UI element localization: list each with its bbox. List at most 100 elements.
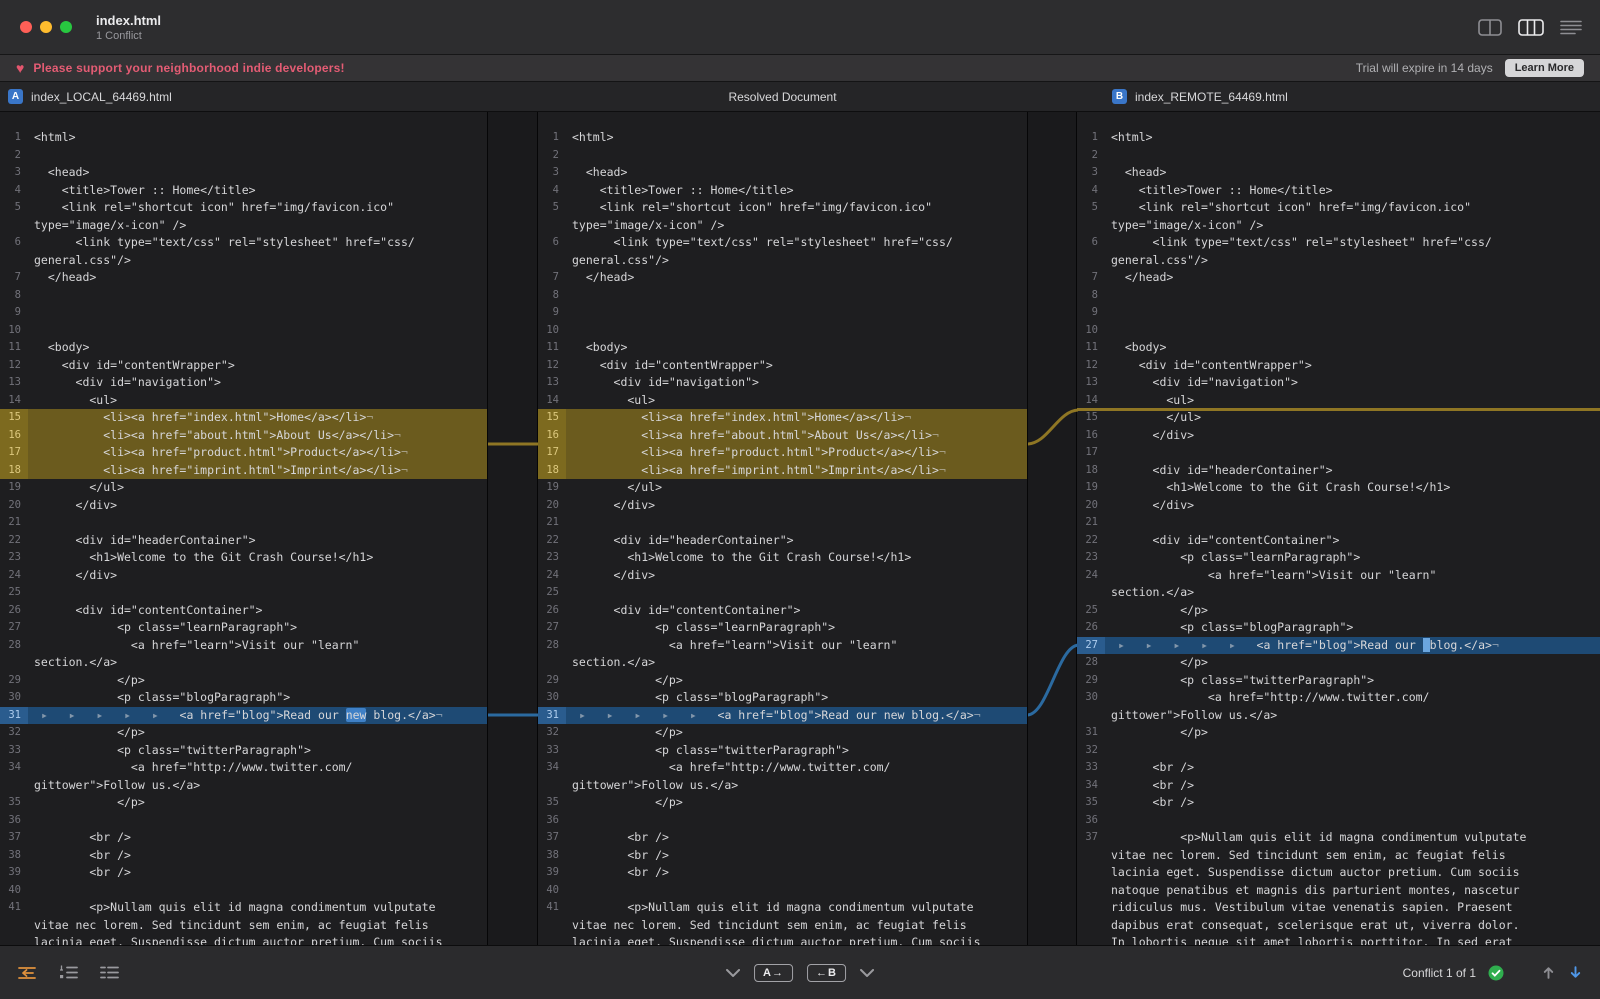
code-line[interactable]: 30 <p class="blogParagraph"> <box>538 689 1027 707</box>
code-line[interactable]: 18 <li><a href="imprint.html">Imprint</a… <box>538 462 1027 480</box>
text-view-icon[interactable] <box>1560 20 1582 35</box>
minimize-button[interactable] <box>40 21 52 33</box>
resolved-code-pane[interactable]: 1<html>23 <head>4 <title>Tower :: Home</… <box>538 112 1027 945</box>
code-line[interactable]: 9 <box>0 304 487 322</box>
code-line[interactable]: section.</a> <box>538 654 1027 672</box>
code-line[interactable]: 2 <box>1077 147 1600 165</box>
code-line[interactable]: 3 <head> <box>538 164 1027 182</box>
code-line[interactable]: 19 <h1>Welcome to the Git Crash Course!<… <box>1077 479 1600 497</box>
code-line[interactable]: 34 <br /> <box>1077 777 1600 795</box>
code-line[interactable]: 32 </p> <box>0 724 487 742</box>
code-line[interactable]: 15 </ul> <box>1077 409 1600 427</box>
code-line[interactable]: 32 <box>1077 742 1600 760</box>
code-line[interactable]: 2 <box>538 147 1027 165</box>
code-line[interactable]: 12 <div id="contentWrapper"> <box>0 357 487 375</box>
code-line[interactable]: 1<html> <box>1077 129 1600 147</box>
code-line[interactable]: 39 <br /> <box>0 864 487 882</box>
code-line[interactable]: 5 <link rel="shortcut icon" href="img/fa… <box>538 199 1027 217</box>
code-line[interactable]: lacinia eget. Suspendisse dictum auctor … <box>538 934 1027 945</box>
code-line[interactable]: 17 <li><a href="product.html">Product</a… <box>538 444 1027 462</box>
take-b-button[interactable]: ←B <box>807 964 846 982</box>
code-line[interactable]: 16 <li><a href="about.html">About Us</a>… <box>0 427 487 445</box>
code-line[interactable]: 6 <link type="text/css" rel="stylesheet"… <box>1077 234 1600 252</box>
code-line[interactable]: In lobortis neque sit amet lobortis port… <box>1077 934 1600 945</box>
code-line[interactable]: 20 </div> <box>538 497 1027 515</box>
code-line[interactable]: 34 <a href="http://www.twitter.com/ <box>538 759 1027 777</box>
code-line[interactable]: 3 <head> <box>1077 164 1600 182</box>
code-line[interactable]: 35 </p> <box>538 794 1027 812</box>
code-line[interactable]: type="image/x-icon" /> <box>1077 217 1600 235</box>
code-line[interactable]: 33 <p class="twitterParagraph"> <box>538 742 1027 760</box>
code-line[interactable]: 10 <box>1077 322 1600 340</box>
code-line[interactable]: 15 <li><a href="index.html">Home</a></li… <box>0 409 487 427</box>
code-line[interactable]: 33 <p class="twitterParagraph"> <box>0 742 487 760</box>
code-line[interactable]: 14 <ul> <box>538 392 1027 410</box>
zoom-button[interactable] <box>60 21 72 33</box>
code-line[interactable]: 7 </head> <box>538 269 1027 287</box>
code-line[interactable]: 38 <br /> <box>538 847 1027 865</box>
take-a-button[interactable]: A→ <box>754 964 793 982</box>
code-line[interactable]: 30 <a href="http://www.twitter.com/ <box>1077 689 1600 707</box>
code-line[interactable]: 34 <a href="http://www.twitter.com/ <box>0 759 487 777</box>
code-line[interactable]: 9 <box>538 304 1027 322</box>
code-line[interactable]: 35 </p> <box>0 794 487 812</box>
numbered-list-icon[interactable] <box>58 964 79 981</box>
code-line[interactable]: natoque penatibus et magnis dis parturie… <box>1077 882 1600 900</box>
code-line[interactable]: 27 <p class="learnParagraph"> <box>0 619 487 637</box>
code-line[interactable]: 14 <ul> <box>1077 392 1600 410</box>
code-line[interactable]: 8 <box>538 287 1027 305</box>
code-line[interactable]: 31 ▸ ▸ ▸ ▸ ▸ <a href="blog">Read our new… <box>538 707 1027 725</box>
code-line[interactable]: 15 <li><a href="index.html">Home</a></li… <box>538 409 1027 427</box>
code-line[interactable]: 5 <link rel="shortcut icon" href="img/fa… <box>0 199 487 217</box>
code-line[interactable]: 13 <div id="navigation"> <box>0 374 487 392</box>
code-line[interactable]: ridiculus mus. Vestibulum vitae venenati… <box>1077 899 1600 917</box>
code-line[interactable]: 26 <div id="contentContainer"> <box>0 602 487 620</box>
code-line[interactable]: 9 <box>1077 304 1600 322</box>
code-line[interactable]: 2 <box>0 147 487 165</box>
code-line[interactable]: section.</a> <box>0 654 487 672</box>
code-line[interactable]: 25 </p> <box>1077 602 1600 620</box>
code-line[interactable]: 28 <a href="learn">Visit our "learn" <box>0 637 487 655</box>
code-line[interactable]: 21 <box>538 514 1027 532</box>
code-line[interactable]: 37 <p>Nullam quis elit id magna condimen… <box>1077 829 1600 847</box>
code-line[interactable]: 19 </ul> <box>0 479 487 497</box>
code-line[interactable]: 22 <div id="contentContainer"> <box>1077 532 1600 550</box>
code-line[interactable]: 29 </p> <box>538 672 1027 690</box>
code-line[interactable]: 36 <box>538 812 1027 830</box>
chevron-down-icon[interactable] <box>860 969 874 977</box>
code-line[interactable]: 23 <p class="learnParagraph"> <box>1077 549 1600 567</box>
code-line[interactable]: type="image/x-icon" /> <box>0 217 487 235</box>
code-line[interactable]: 18 <div id="headerContainer"> <box>1077 462 1600 480</box>
code-line[interactable]: general.css"/> <box>538 252 1027 270</box>
learn-more-button[interactable]: Learn More <box>1505 59 1584 77</box>
code-line[interactable]: gittower">Follow us.</a> <box>538 777 1027 795</box>
code-line[interactable]: vitae nec lorem. Sed tincidunt sem enim,… <box>1077 847 1600 865</box>
code-line[interactable]: 39 <br /> <box>538 864 1027 882</box>
code-line[interactable]: 1<html> <box>0 129 487 147</box>
code-line[interactable]: 37 <br /> <box>0 829 487 847</box>
code-line[interactable]: 36 <box>1077 812 1600 830</box>
code-line[interactable]: 21 <box>0 514 487 532</box>
close-button[interactable] <box>20 21 32 33</box>
code-line[interactable]: 21 <box>1077 514 1600 532</box>
code-line[interactable]: lacinia eget. Suspendisse dictum auctor … <box>1077 864 1600 882</box>
code-line[interactable]: 4 <title>Tower :: Home</title> <box>1077 182 1600 200</box>
code-line[interactable]: 35 <br /> <box>1077 794 1600 812</box>
code-line[interactable]: 13 <div id="navigation"> <box>538 374 1027 392</box>
code-line[interactable]: 41 <p>Nullam quis elit id magna condimen… <box>0 899 487 917</box>
code-line[interactable]: 31 ▸ ▸ ▸ ▸ ▸ <a href="blog">Read our new… <box>0 707 487 725</box>
code-line[interactable]: 8 <box>1077 287 1600 305</box>
code-line[interactable]: gittower">Follow us.</a> <box>1077 707 1600 725</box>
code-line[interactable]: 28 <a href="learn">Visit our "learn" <box>538 637 1027 655</box>
code-line[interactable]: 4 <title>Tower :: Home</title> <box>538 182 1027 200</box>
code-line[interactable]: 7 </head> <box>0 269 487 287</box>
code-line[interactable]: type="image/x-icon" /> <box>538 217 1027 235</box>
code-line[interactable]: 37 <br /> <box>538 829 1027 847</box>
code-line[interactable]: 25 <box>538 584 1027 602</box>
code-line[interactable]: 32 </p> <box>538 724 1027 742</box>
code-line[interactable]: 20 </div> <box>0 497 487 515</box>
code-line[interactable]: 12 <div id="contentWrapper"> <box>538 357 1027 375</box>
code-line[interactable]: 11 <body> <box>538 339 1027 357</box>
next-change-icon[interactable] <box>1567 964 1584 981</box>
code-line[interactable]: 5 <link rel="shortcut icon" href="img/fa… <box>1077 199 1600 217</box>
